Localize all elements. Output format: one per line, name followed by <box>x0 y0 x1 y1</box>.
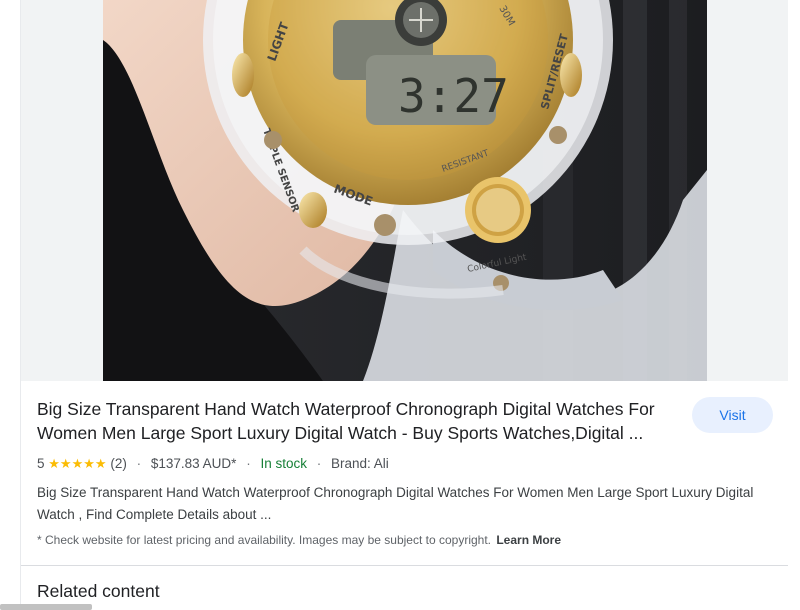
watch-photo-graphic: 3:27 LIGHT TRIPLE SENSOR MODE SPLIT/RESE… <box>103 0 707 381</box>
separator-dot: · <box>316 456 322 471</box>
product-meta-row: 5 ★★★★★ (2) · $137.83 AUD* · In stock · … <box>37 455 389 473</box>
learn-more-link[interactable]: Learn More <box>496 533 561 547</box>
rating-value: 5 <box>37 456 45 471</box>
price: $137.83 AUD* <box>150 456 237 471</box>
product-description: Big Size Transparent Hand Watch Waterpro… <box>37 485 754 522</box>
horizontal-scrollbar[interactable] <box>0 604 92 610</box>
stock-status: In stock <box>260 456 307 471</box>
visit-button[interactable]: Visit <box>692 397 773 433</box>
review-count[interactable]: (2) <box>110 456 127 471</box>
watch-display-text: 3:27 <box>398 69 509 123</box>
product-image[interactable]: 3:27 LIGHT TRIPLE SENSOR MODE SPLIT/RESE… <box>103 0 707 381</box>
product-image-panel: 3:27 LIGHT TRIPLE SENSOR MODE SPLIT/RESE… <box>21 0 788 381</box>
disclaimer-text: * Check website for latest pricing and a… <box>37 533 491 547</box>
disclaimer: * Check website for latest pricing and a… <box>37 532 561 548</box>
related-content-heading: Related content <box>37 581 160 601</box>
brand-label: Brand: Ali <box>331 456 389 471</box>
product-title[interactable]: Big Size Transparent Hand Watch Waterpro… <box>37 397 677 445</box>
section-divider <box>21 565 788 566</box>
separator-dot: · <box>246 456 251 471</box>
separator-dot: · <box>136 456 142 471</box>
star-rating-icon: ★★★★★ <box>48 456 107 471</box>
